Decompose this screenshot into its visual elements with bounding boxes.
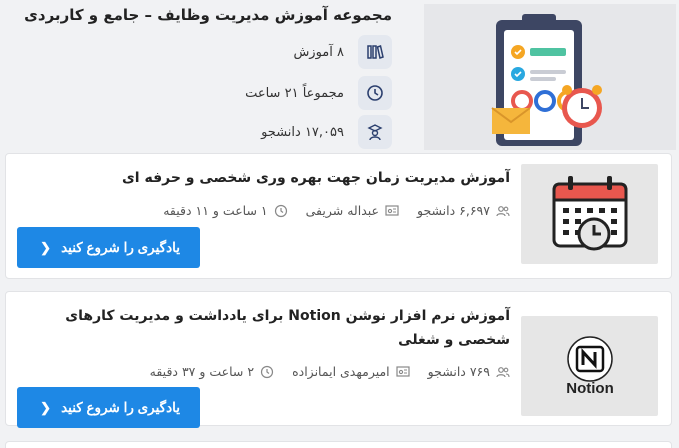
course-meta: ۷۶۹ دانشجو امیرمهدی ایمانزاده ۲ ساعت و ۳…: [150, 364, 510, 379]
course-teacher[interactable]: امیرمهدی ایمانزاده: [292, 364, 410, 379]
bundle-students-text: ۱۷,۰۵۹ دانشجو: [261, 124, 344, 140]
notion-label: Notion: [566, 380, 613, 397]
course-students-text: ۶,۶۹۷ دانشجو: [416, 203, 490, 218]
clock-icon: [358, 76, 392, 110]
course-title[interactable]: آموزش نرم افزار نوشن Notion برای یادداشت…: [40, 304, 510, 352]
start-learning-button[interactable]: یادگیری را شروع کنید ❮: [17, 387, 200, 428]
bundle-course-count-text: ۸ آموزش: [293, 44, 344, 60]
course-meta: ۶,۶۹۷ دانشجو عبداله شریفی ۱ ساعت و ۱۱ دق…: [163, 203, 510, 218]
clock-icon: [260, 365, 274, 378]
course-thumbnail[interactable]: Notion: [521, 316, 658, 416]
course-duration-text: ۱ ساعت و ۱۱ دقیقه: [163, 203, 268, 218]
teacher-icon: [396, 365, 410, 377]
course-card: آموزش مدیریت زمان جهت بهره وری شخصی و حر…: [5, 153, 672, 279]
users-icon: [496, 205, 510, 216]
clock-icon: [274, 204, 287, 217]
bundle-title[interactable]: مجموعه آموزش مدیریت وظایف – جامع و کاربر…: [24, 6, 392, 24]
course-duration: ۱ ساعت و ۱۱ دقیقه: [163, 203, 287, 218]
next-course-card-edge: [5, 441, 672, 448]
users-icon: [496, 366, 510, 377]
course-students: ۶,۶۹۷ دانشجو: [417, 203, 510, 218]
notion-logo: Notion: [566, 336, 613, 397]
course-card: Notion آموزش نرم افزار نوشن Notion برای …: [5, 291, 672, 428]
start-learning-label: یادگیری را شروع کنید: [61, 239, 180, 255]
bundle-course-count: ۸ آموزش: [293, 35, 392, 69]
course-students-text: ۷۶۹ دانشجو: [427, 364, 490, 379]
chevron-left-icon: ❮: [40, 239, 52, 255]
calendar-clock-icon: [552, 176, 627, 251]
chevron-left-icon: ❮: [40, 399, 52, 415]
course-thumbnail[interactable]: [521, 164, 658, 264]
course-students: ۷۶۹ دانشجو: [428, 364, 510, 379]
course-title[interactable]: آموزش مدیریت زمان جهت بهره وری شخصی و حر…: [40, 166, 510, 190]
course-teacher-text: امیرمهدی ایمانزاده: [292, 364, 390, 379]
bundle-total-hours-text: مجموعاً ۲۱ ساعت: [245, 85, 344, 101]
course-teacher[interactable]: عبداله شریفی: [306, 203, 399, 218]
course-duration-text: ۲ ساعت و ۳۷ دقیقه: [149, 364, 255, 379]
course-duration: ۲ ساعت و ۳۷ دقیقه: [150, 364, 274, 379]
course-teacher-text: عبداله شریفی: [305, 203, 379, 218]
teacher-icon: [385, 204, 399, 216]
start-learning-button[interactable]: یادگیری را شروع کنید ❮: [17, 227, 200, 268]
start-learning-label: یادگیری را شروع کنید: [61, 399, 180, 415]
bundle-header: مجموعه آموزش مدیریت وظایف – جامع و کاربر…: [0, 0, 679, 150]
clipboard-checklist-illustration: [491, 14, 602, 146]
student-icon: [358, 115, 392, 149]
bundle-total-hours: مجموعاً ۲۱ ساعت: [245, 76, 392, 110]
bundle-thumbnail[interactable]: [424, 4, 676, 150]
books-icon: [358, 35, 392, 69]
bundle-students: ۱۷,۰۵۹ دانشجو: [261, 115, 392, 149]
